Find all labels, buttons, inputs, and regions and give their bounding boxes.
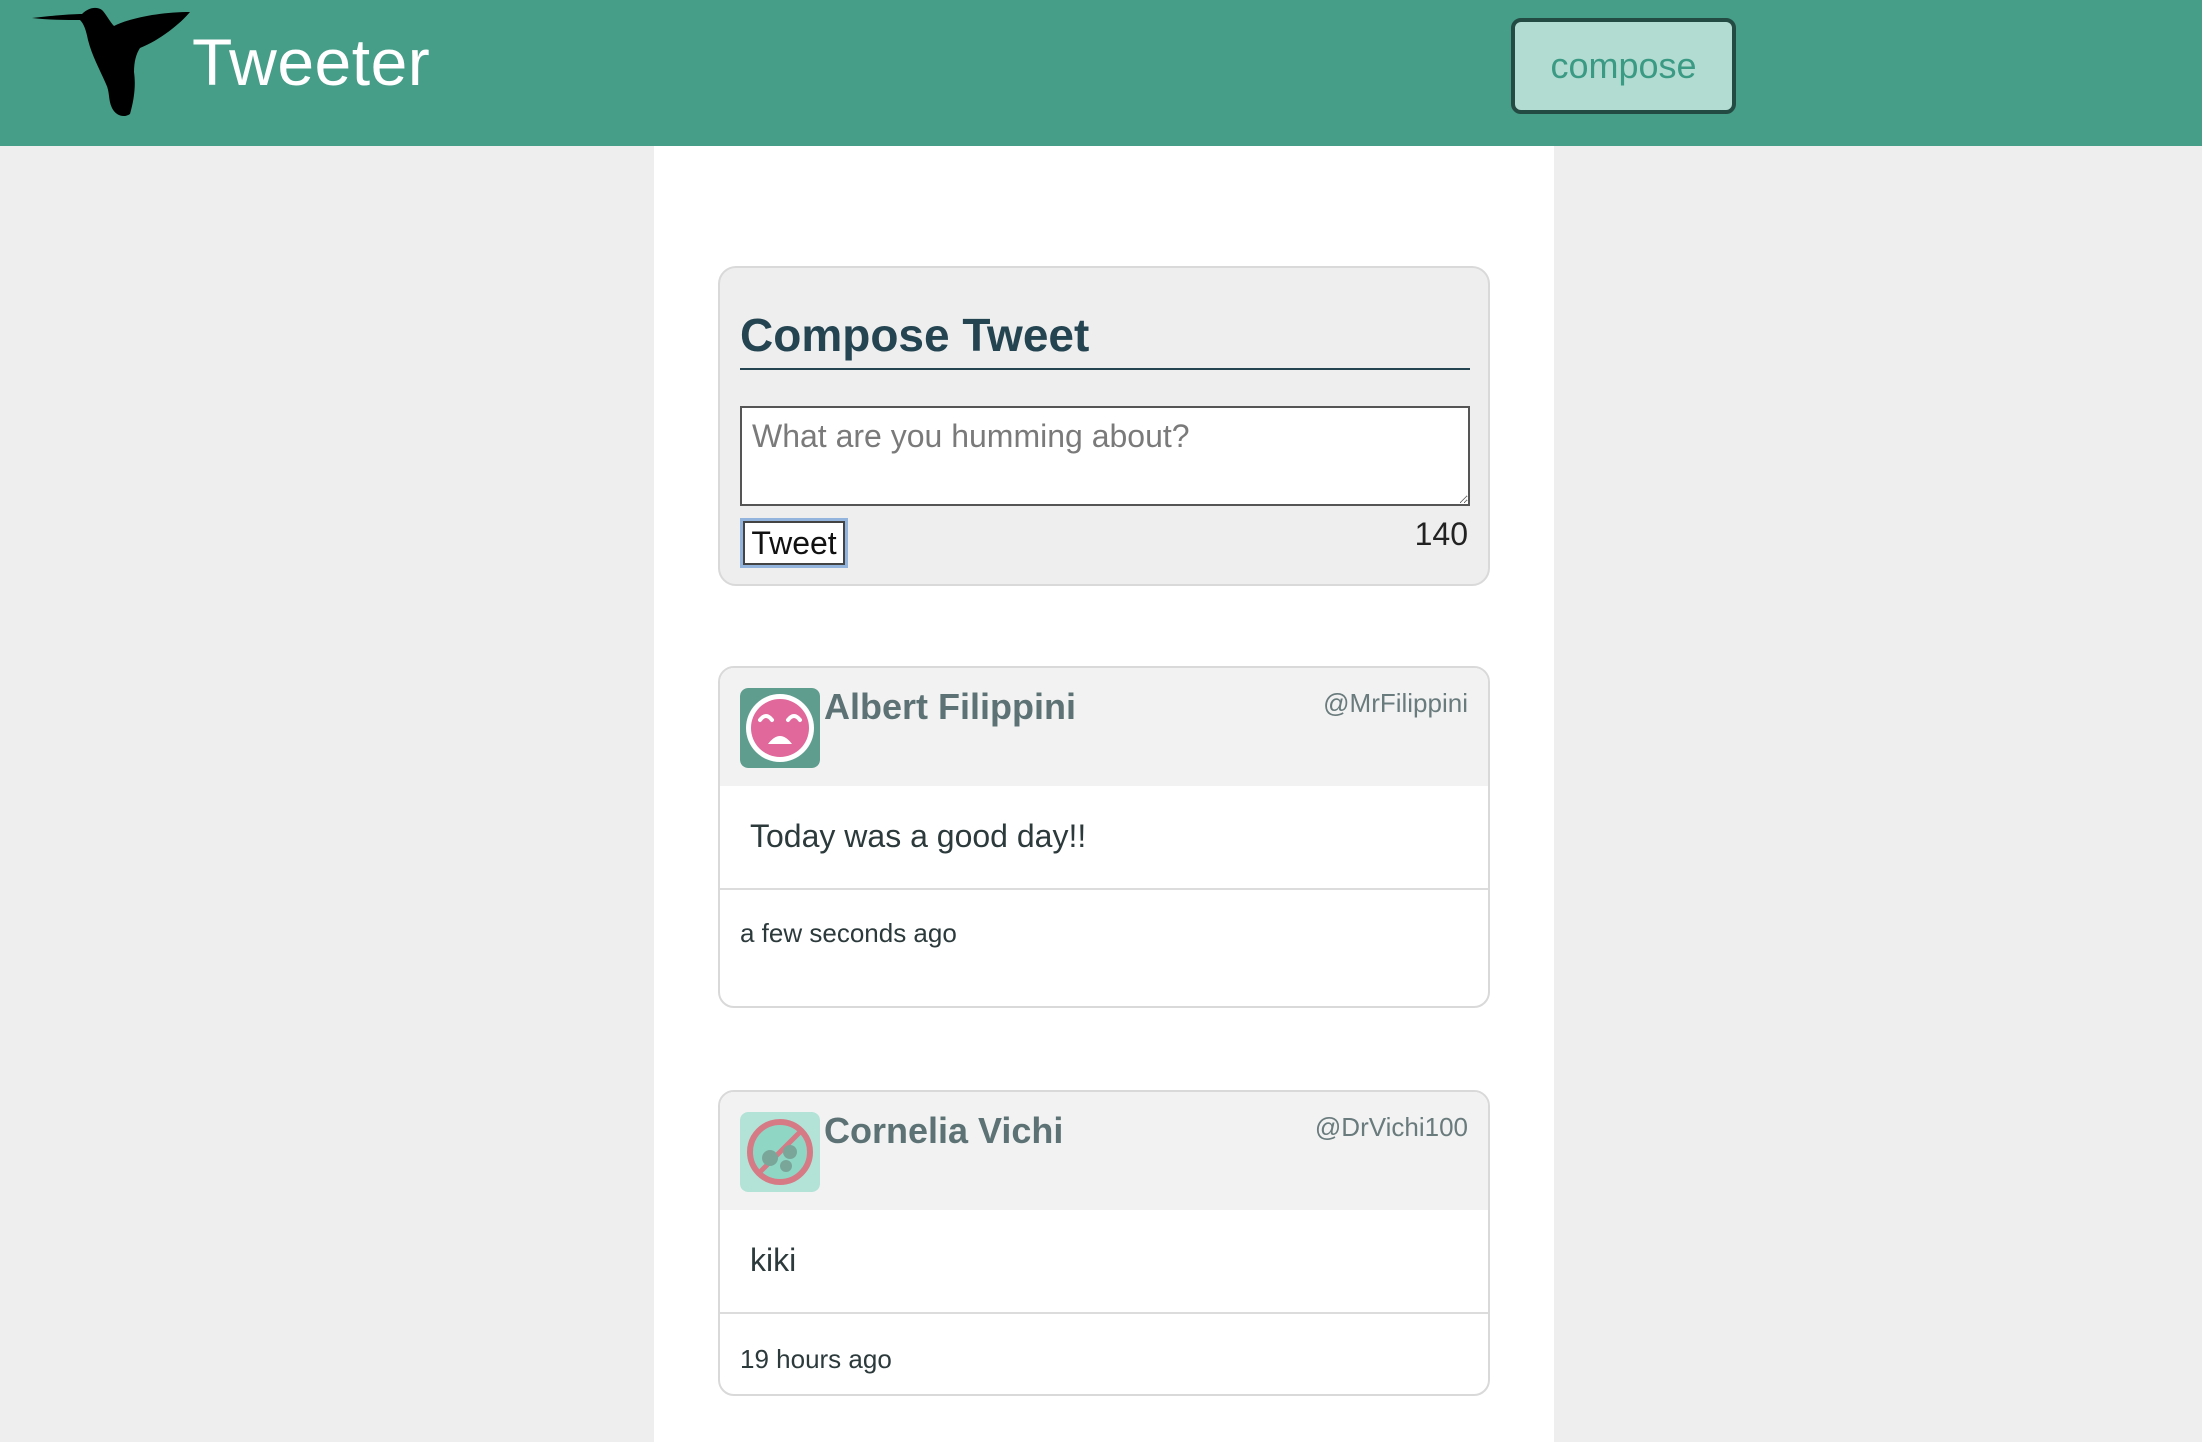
compose-toggle-button[interactable]: compose xyxy=(1511,18,1736,114)
brand-title: Tweeter xyxy=(192,25,431,99)
tweet-submit-button[interactable]: Tweet xyxy=(740,518,848,568)
tweet-author-handle: @DrVichi100 xyxy=(1314,1112,1468,1142)
tweet-divider xyxy=(720,1312,1488,1314)
tweet-input[interactable] xyxy=(740,406,1470,506)
tweet-card: Cornelia Vichi @DrVichi100 kiki 19 hours… xyxy=(718,1090,1490,1396)
tweet-header: Albert Filippini @MrFilippini xyxy=(720,668,1488,786)
tweet-author-name: Cornelia Vichi xyxy=(824,1110,1064,1151)
tweet-author-name: Albert Filippini xyxy=(824,686,1076,727)
compose-tweet-panel: Compose Tweet Tweet 140 xyxy=(718,266,1490,586)
tweet-divider xyxy=(720,888,1488,890)
teal-circle-avatar-icon xyxy=(740,1112,820,1192)
tweet-header: Cornelia Vichi @DrVichi100 xyxy=(720,1092,1488,1210)
top-nav: Tweeter compose xyxy=(0,0,2202,146)
hummingbird-icon xyxy=(32,7,190,117)
tweet-card: Albert Filippini @MrFilippini Today was … xyxy=(718,666,1490,1008)
tweet-text: kiki xyxy=(750,1242,797,1278)
character-counter: 140 xyxy=(1414,516,1468,552)
tweet-timestamp: a few seconds ago xyxy=(740,918,957,948)
tweet-author-handle: @MrFilippini xyxy=(1323,688,1468,718)
pink-face-avatar-icon xyxy=(740,688,820,768)
tweet-text: Today was a good day!! xyxy=(750,818,1087,854)
tweet-timestamp: 19 hours ago xyxy=(740,1344,892,1374)
main-container: Compose Tweet Tweet 140 Albert Filippini… xyxy=(654,146,1554,1442)
compose-title: Compose Tweet xyxy=(740,306,1470,370)
